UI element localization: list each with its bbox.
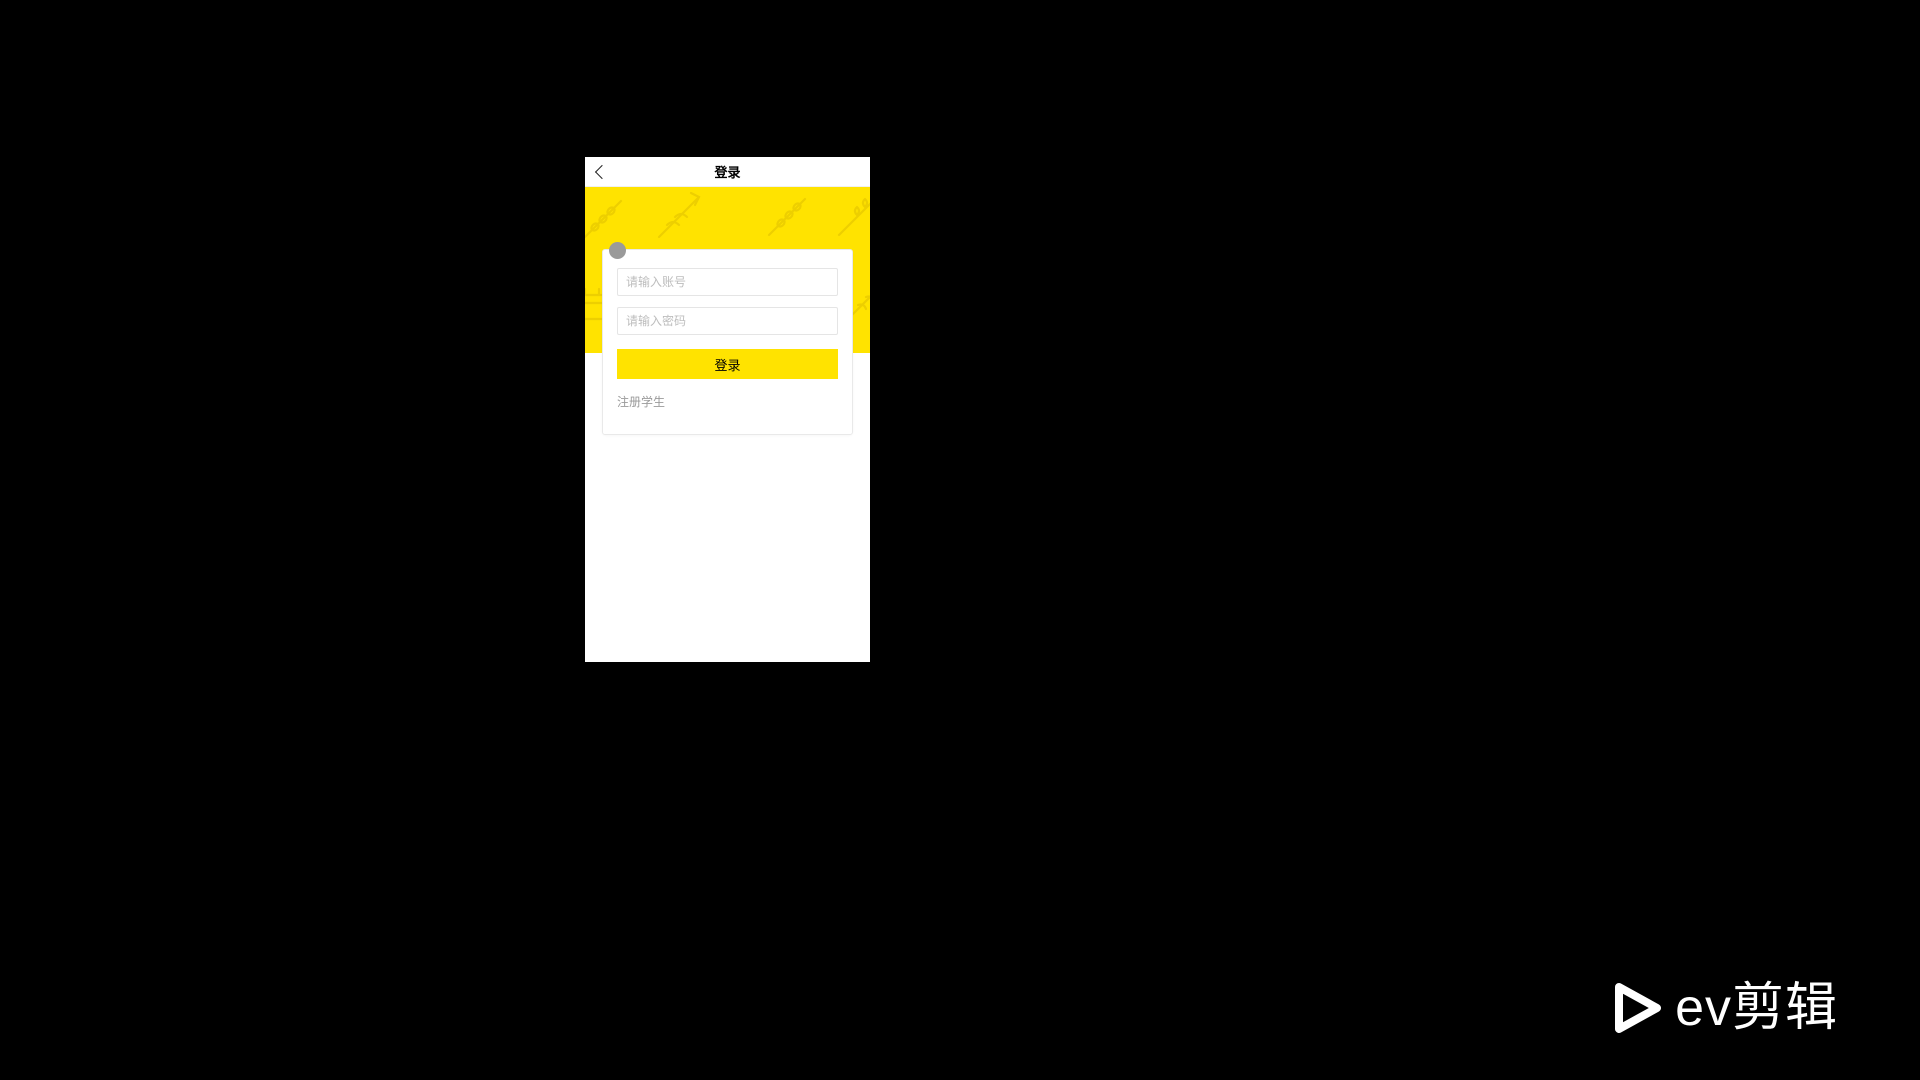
- login-button[interactable]: 登录: [617, 349, 838, 379]
- watermark-cn: 剪辑: [1732, 982, 1838, 1034]
- username-input[interactable]: [617, 268, 838, 296]
- touch-indicator-icon: [609, 242, 626, 259]
- nav-title: 登录: [714, 162, 740, 181]
- doodle-icon: [763, 193, 811, 241]
- back-icon[interactable]: [595, 164, 609, 178]
- doodle-icon: [585, 195, 627, 243]
- password-input[interactable]: [617, 307, 838, 335]
- watermark-text: ev剪辑: [1675, 982, 1838, 1034]
- login-card: 登录 注册学生: [602, 249, 853, 435]
- nav-bar: 登录: [585, 157, 870, 187]
- register-link[interactable]: 注册学生: [617, 393, 838, 410]
- doodle-icon: [833, 189, 870, 241]
- watermark-latin: ev: [1675, 982, 1732, 1034]
- phone-frame: 登录 登录 注册学生: [585, 157, 870, 662]
- watermark: ev剪辑: [1609, 981, 1838, 1035]
- doodle-icon: [653, 191, 705, 243]
- play-icon: [1609, 981, 1663, 1035]
